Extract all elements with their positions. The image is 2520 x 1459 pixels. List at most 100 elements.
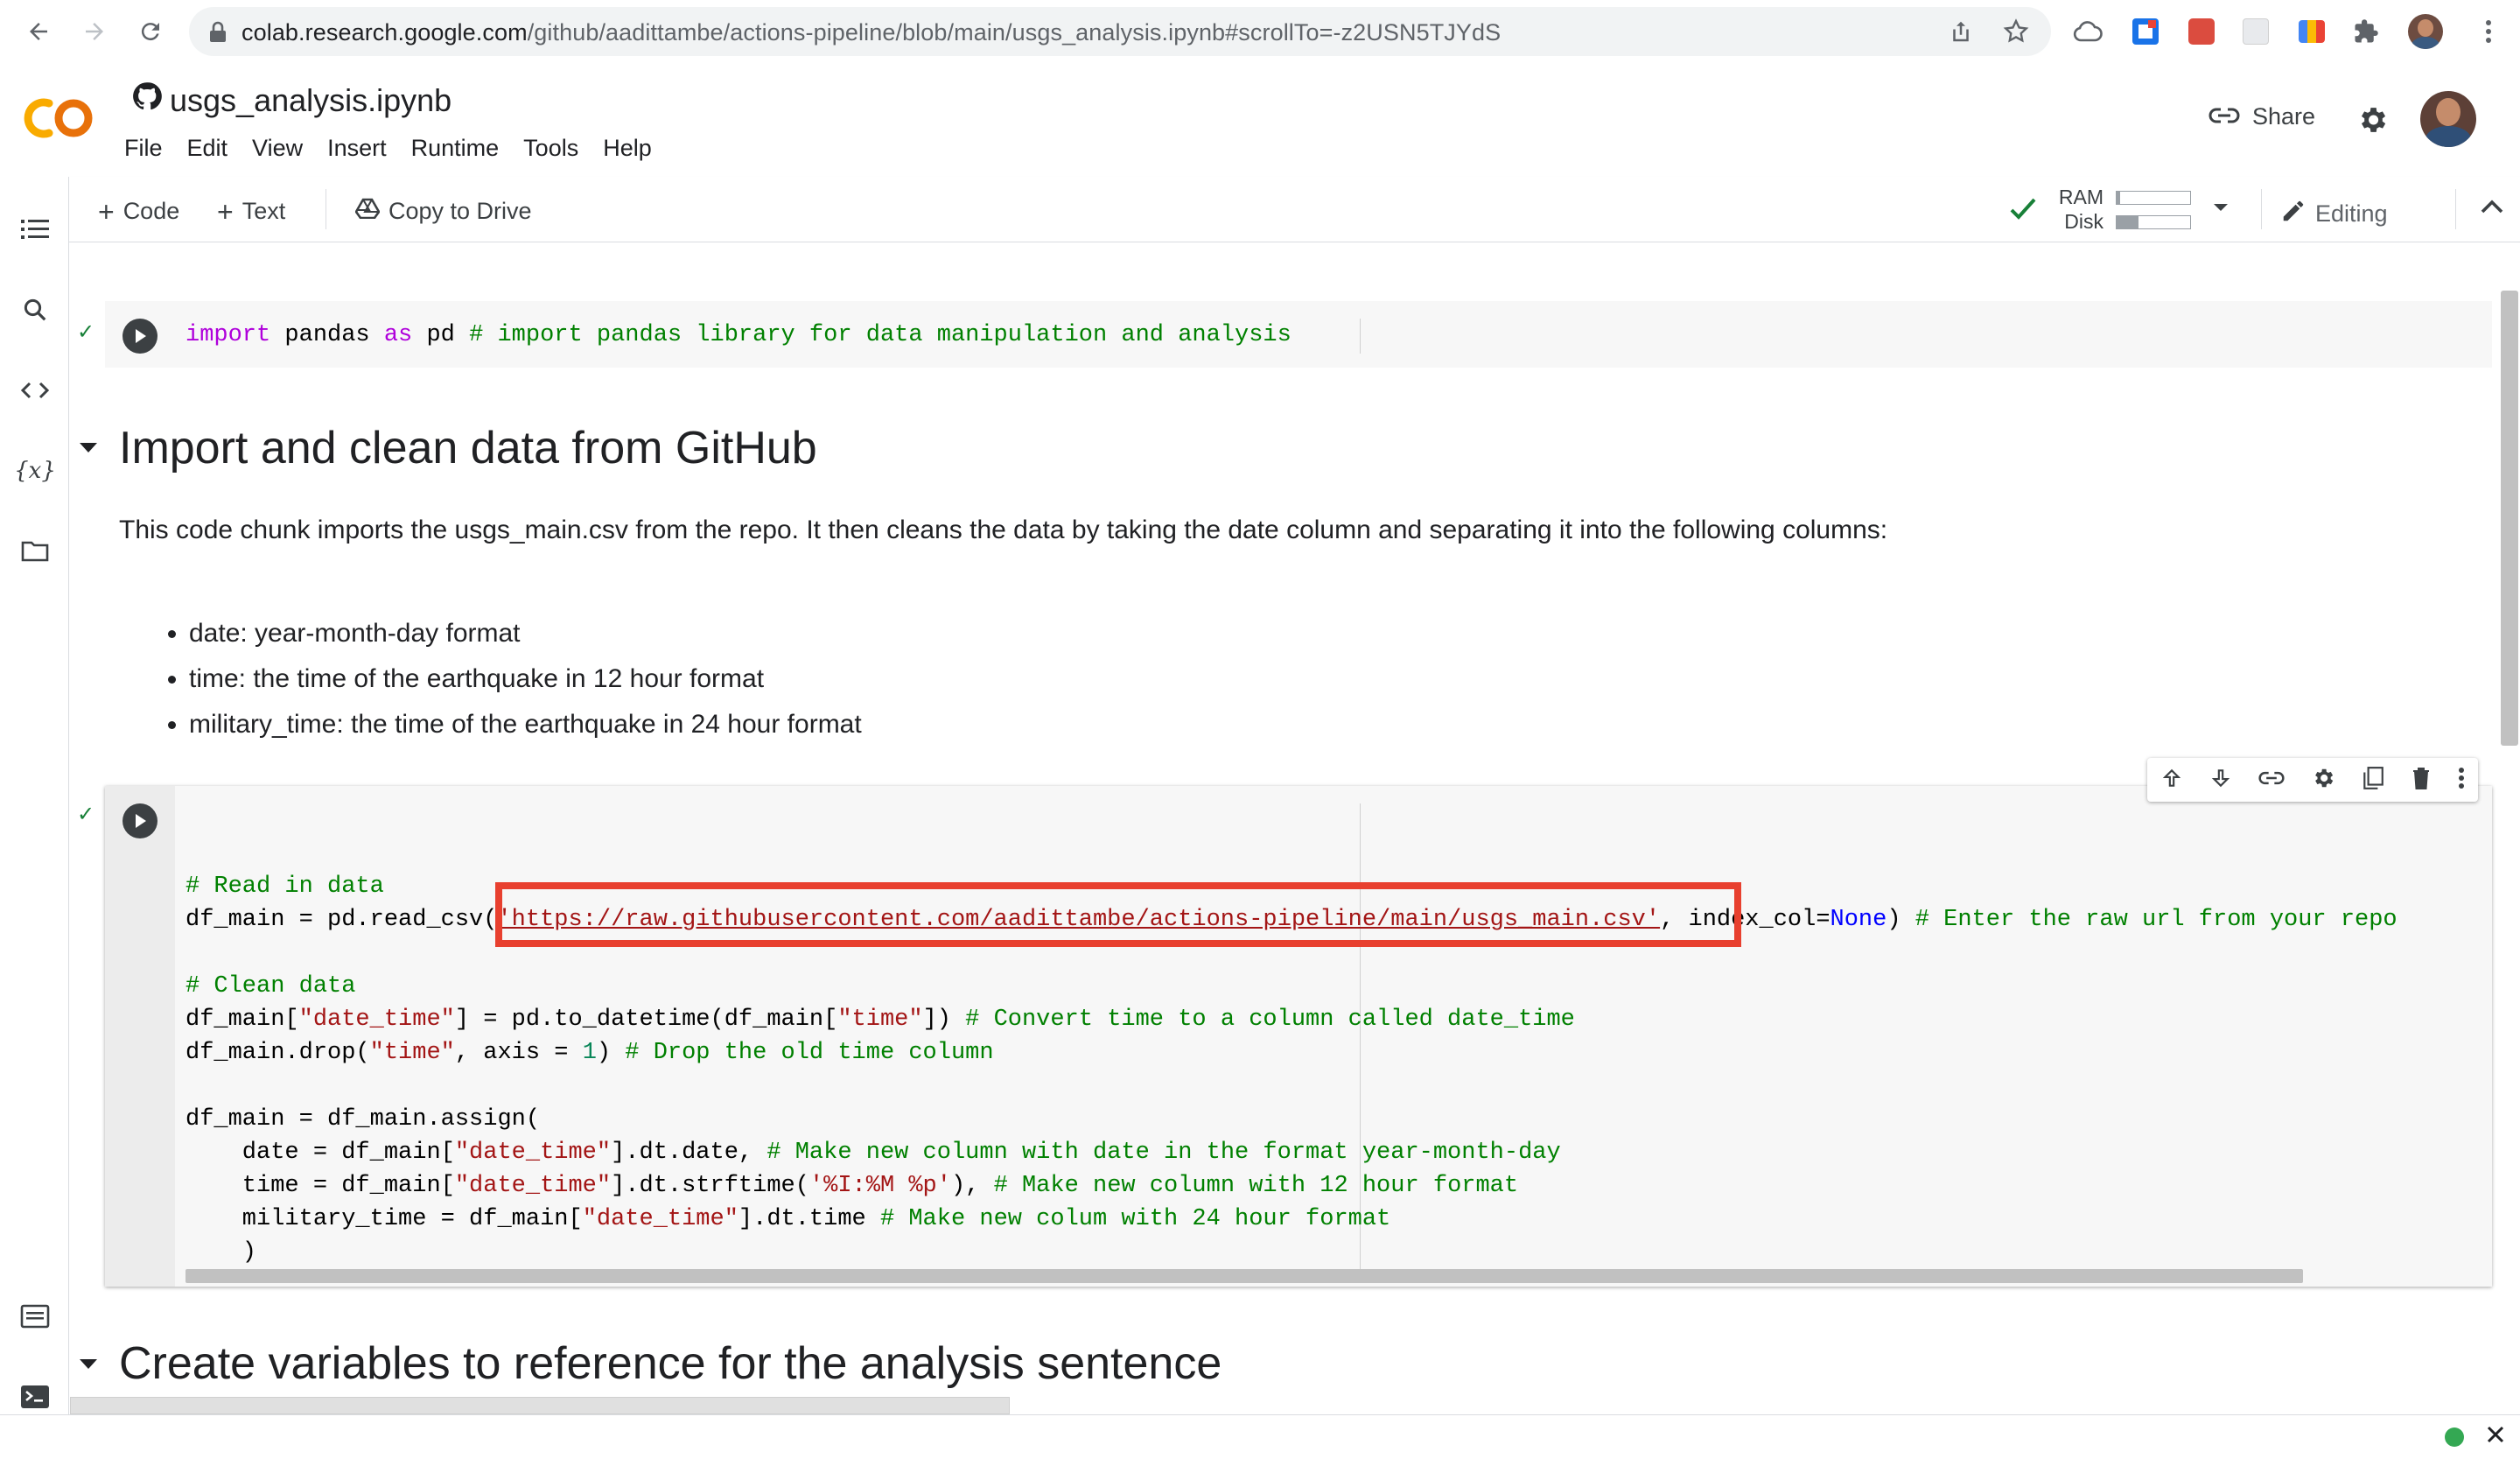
cell-gutter (105, 786, 175, 1287)
add-code-button[interactable]: + Code (98, 195, 180, 228)
connected-check-icon (2009, 196, 2037, 227)
plus-icon: + (217, 195, 234, 228)
disk-label: Disk (2064, 210, 2104, 233)
back-icon[interactable] (19, 12, 58, 51)
code-line: df_main.drop("time", axis = 1) # Drop th… (186, 1040, 994, 1066)
list-item: time: the time of the earthquake in 12 h… (189, 656, 1764, 702)
ram-bar-fill (2117, 192, 2121, 204)
collapse-header-icon[interactable] (2480, 198, 2504, 220)
account-avatar[interactable] (2420, 91, 2476, 147)
resources-dropdown-icon[interactable] (2212, 201, 2230, 218)
link-to-cell-icon[interactable] (2258, 770, 2285, 790)
url-text: colab.research.google.com/github/aaditta… (242, 19, 1502, 46)
notebook-title[interactable]: usgs_analysis.ipynb (131, 81, 452, 120)
code-line: date = df_main["date_time"].dt.date, # M… (186, 1140, 1561, 1166)
run-cell-button[interactable] (122, 319, 158, 354)
text-cell-bullet-list: date: year-month-day format time: the ti… (119, 611, 1764, 747)
cell-settings-gear-icon[interactable] (2311, 766, 2335, 795)
settings-gear-icon[interactable] (2356, 103, 2389, 141)
toolbar-divider (2455, 189, 2456, 229)
cloud-extension-icon[interactable] (2070, 14, 2105, 49)
files-folder-icon[interactable] (16, 532, 54, 571)
share-page-icon[interactable] (1948, 18, 1974, 50)
share-label: Share (2252, 103, 2316, 130)
share-button[interactable]: Share (2208, 103, 2315, 130)
notebook-title-text[interactable]: usgs_analysis.ipynb (170, 82, 452, 119)
close-status-icon[interactable] (2485, 1424, 2506, 1449)
ruler-line (1360, 319, 1361, 354)
cell-action-toolbar (2147, 758, 2478, 802)
status-bar (0, 1414, 2520, 1459)
menu-file[interactable]: File (124, 135, 173, 162)
link-icon (2208, 103, 2240, 130)
notebook-horizontal-scrollbar[interactable] (70, 1397, 1010, 1414)
address-bar[interactable]: colab.research.google.com/github/aaditta… (189, 7, 2051, 56)
left-sidebar: {x} (0, 177, 69, 1415)
code-line: ) (186, 1239, 257, 1266)
menu-insert[interactable]: Insert (327, 135, 397, 162)
execution-success-check-icon: ✓ (77, 803, 95, 826)
vertical-scrollbar-thumb[interactable] (2501, 291, 2518, 746)
menu-help[interactable]: Help (603, 135, 662, 162)
code-line: # Clean data (186, 973, 356, 1000)
disk-bar (2116, 215, 2191, 229)
notebook-toolbar: + Code + Text Copy to Drive RAM Disk Edi… (68, 177, 2520, 242)
add-text-label: Text (242, 198, 286, 224)
horizontal-scrollbar[interactable] (186, 1269, 2303, 1283)
disk-bar-fill (2117, 216, 2139, 228)
colab-logo[interactable] (23, 95, 96, 154)
browser-menu-icon[interactable] (2471, 14, 2506, 49)
forward-icon[interactable] (75, 12, 114, 51)
search-icon[interactable] (16, 291, 54, 329)
code-line: time = df_main["date_time"].dt.strftime(… (186, 1173, 1519, 1199)
run-cell-button[interactable] (122, 803, 158, 838)
code-cell-2[interactable]: # Read in data df_main = pd.read_csv('htt… (105, 786, 2492, 1287)
extension-color-icon[interactable] (2294, 14, 2329, 49)
todoist-extension-icon[interactable] (2184, 14, 2219, 49)
terminal-icon[interactable] (16, 1378, 54, 1416)
delete-cell-icon[interactable] (2411, 766, 2432, 795)
plus-icon: + (98, 195, 115, 228)
code-line: military_time = df_main["date_time"].dt.… (186, 1206, 1391, 1232)
extension-gray-icon[interactable] (2238, 14, 2273, 49)
runtime-status-dot (2445, 1427, 2464, 1447)
drive-icon (354, 198, 381, 225)
reload-icon[interactable] (131, 12, 170, 51)
menu-view[interactable]: View (252, 135, 313, 162)
move-cell-up-icon[interactable] (2160, 767, 2183, 794)
profile-avatar-small[interactable] (2406, 12, 2445, 51)
bookmark-star-icon[interactable] (2002, 18, 2030, 50)
table-of-contents-icon[interactable] (16, 210, 54, 249)
variables-icon[interactable]: {x} (14, 452, 56, 490)
collapse-section-arrow-icon[interactable] (79, 1358, 98, 1375)
section-heading: Import and clean data from GitHub (119, 423, 817, 473)
lock-icon (208, 21, 228, 48)
execution-success-check-icon: ✓ (77, 320, 95, 344)
text-cell-paragraph: This code chunk imports the usgs_main.cs… (119, 516, 1888, 544)
github-icon (131, 81, 163, 120)
menu-tools[interactable]: Tools (523, 135, 589, 162)
copy-to-drive-label: Copy to Drive (388, 198, 532, 224)
collapse-section-arrow-icon[interactable] (79, 442, 98, 459)
pencil-icon (2280, 198, 2306, 230)
add-text-button[interactable]: + Text (217, 195, 286, 228)
code-snippets-icon[interactable] (16, 371, 54, 410)
code-line: import pandas as pd # import pandas libr… (186, 322, 1292, 348)
menu-runtime[interactable]: Runtime (411, 135, 510, 162)
code-line: df_main = df_main.assign( (186, 1106, 541, 1133)
editing-mode-button[interactable]: Editing (2280, 198, 2388, 230)
list-item: military_time: the time of the earthquak… (189, 702, 1764, 747)
menu-edit[interactable]: Edit (187, 135, 239, 162)
toolbar-divider (2261, 189, 2262, 229)
move-cell-down-icon[interactable] (2209, 767, 2232, 794)
section-heading: Create variables to reference for the an… (119, 1338, 1222, 1389)
copy-to-drive-button[interactable]: Copy to Drive (354, 198, 532, 225)
code-cell-1[interactable]: import pandas as pd # import pandas libr… (105, 301, 2492, 368)
more-options-icon[interactable] (2458, 767, 2465, 794)
add-code-label: Code (122, 198, 180, 224)
mirror-cell-icon[interactable] (2362, 766, 2384, 795)
command-palette-icon[interactable] (16, 1297, 54, 1336)
extensions-puzzle-icon[interactable] (2348, 14, 2384, 49)
extension-blue-icon[interactable] (2128, 14, 2163, 49)
